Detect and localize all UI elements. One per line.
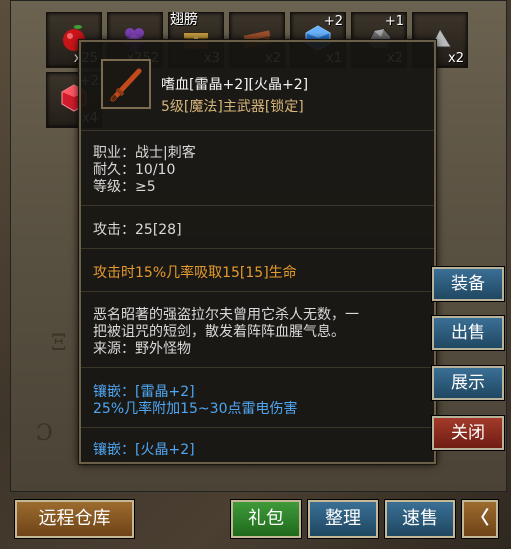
inlay-effect: 25%几率附加15~30点雷电伤害 (93, 401, 298, 417)
divider (81, 130, 434, 131)
item-name: 嗜血[雷晶+2][火晶+2] (161, 77, 309, 93)
game-window: Ξ Ɔ x25 x252 x3 翅膀 x2 (0, 0, 511, 549)
divider (81, 427, 434, 428)
item-attack: 攻击：25[28] (93, 222, 182, 238)
divider (81, 205, 434, 206)
item-icon (101, 59, 151, 109)
gift-button[interactable]: 礼包 (231, 500, 301, 538)
panel-carving: Ɔ (36, 421, 53, 446)
sell-button[interactable]: 出售 (432, 316, 504, 350)
equip-button[interactable]: 装备 (432, 267, 504, 301)
item-tooltip: 嗜血[雷晶+2][火晶+2] 5级[魔法]主武器[锁定] 职业：战士|刺客 耐久… (79, 40, 436, 464)
divider (81, 367, 434, 368)
item-effect: 攻击时15%几率吸取15[15]生命 (93, 265, 297, 281)
dagger-icon (110, 68, 142, 102)
inlay-title: 镶嵌：[雷晶+2] (93, 384, 195, 400)
enhance-level: +1 (384, 14, 404, 29)
panel-carving: Ξ (51, 331, 67, 356)
display-button[interactable]: 展示 (432, 366, 504, 400)
item-stats: 职业：战士|刺客 耐久：10/10 等级：≥5 (93, 145, 196, 195)
quick-sell-button[interactable]: 速售 (385, 500, 455, 538)
back-button[interactable]: 〈 (462, 500, 498, 538)
slot-label: 翅膀 (170, 12, 198, 28)
divider (81, 248, 434, 249)
item-count: x2 (448, 51, 464, 66)
close-button[interactable]: 关闭 (432, 416, 504, 450)
item-type: 5级[魔法]主武器[锁定] (161, 99, 304, 115)
enhance-level: +2 (323, 14, 343, 29)
item-description: 恶名昭著的强盗拉尔夫曾用它杀人无数，一 把被诅咒的短剑，散发着阵阵血腥气息。 来… (93, 307, 359, 357)
arrange-button[interactable]: 整理 (308, 500, 378, 538)
inlay-title: 镶嵌：[火晶+2] (93, 442, 195, 458)
divider (81, 291, 434, 292)
remote-storage-button[interactable]: 远程仓库 (15, 500, 134, 538)
